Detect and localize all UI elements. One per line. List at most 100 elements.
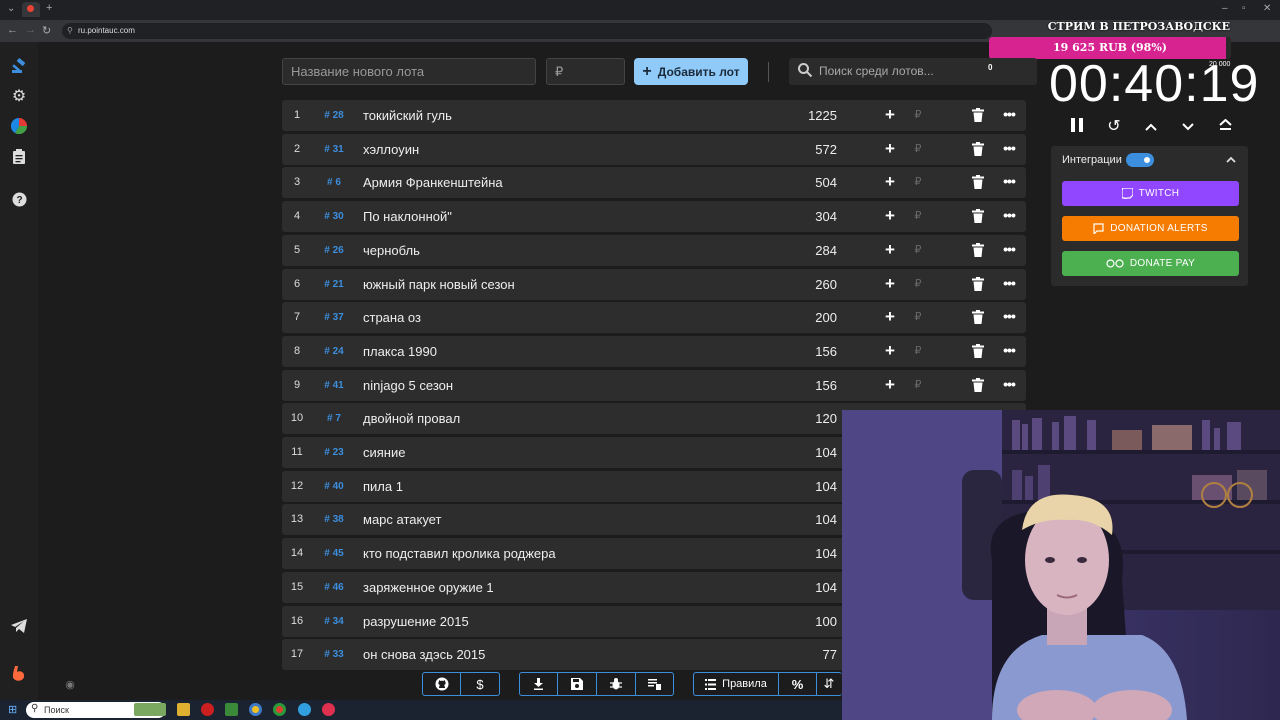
lot-id[interactable]: # 26 <box>318 235 350 266</box>
lot-id[interactable]: # 6 <box>318 167 350 198</box>
lot-id[interactable]: # 30 <box>318 201 350 232</box>
lot-id[interactable]: # 34 <box>318 606 350 637</box>
tab-menu-icon[interactable]: ⌄ <box>7 3 15 14</box>
bug-report-button[interactable] <box>597 673 636 695</box>
amount-currency[interactable]: ₽ <box>912 377 924 393</box>
telegram-icon[interactable] <box>9 616 29 636</box>
amount-currency[interactable]: ₽ <box>912 107 924 123</box>
amount-currency[interactable]: ₽ <box>912 343 924 359</box>
lot-name[interactable]: плакса 1990 <box>363 336 437 367</box>
add-time-button[interactable] <box>1141 118 1161 136</box>
clear-list-button[interactable] <box>636 673 673 695</box>
lot-name-input[interactable]: Название нового лота <box>282 58 536 85</box>
minimize-icon[interactable]: – <box>1222 3 1228 14</box>
lot-id[interactable]: # 31 <box>318 134 350 165</box>
lot-id[interactable]: # 33 <box>318 639 350 670</box>
brand-logo-icon[interactable] <box>9 664 29 684</box>
lot-name[interactable]: По наклонной" <box>363 201 452 232</box>
add-amount-icon[interactable]: + <box>882 342 898 359</box>
lot-id[interactable]: # 28 <box>318 100 350 131</box>
trash-icon[interactable] <box>972 141 984 156</box>
lot-name[interactable]: марс атакует <box>363 504 441 535</box>
clipboard-icon[interactable] <box>9 146 29 166</box>
more-options-icon[interactable]: ••• <box>1000 208 1018 224</box>
amount-currency[interactable]: ₽ <box>912 141 924 157</box>
add-lot-button[interactable]: + Добавить лот <box>634 58 748 85</box>
lot-row[interactable]: 2 # 31 хэллоуин 572 + ₽ ••• <box>282 133 1026 165</box>
more-options-icon[interactable]: ••• <box>1000 242 1018 258</box>
lot-name[interactable]: чернобль <box>363 235 420 266</box>
trash-icon[interactable] <box>972 108 984 122</box>
more-options-icon[interactable]: ••• <box>1000 309 1018 325</box>
add-amount-icon[interactable]: + <box>882 173 898 190</box>
add-amount-icon[interactable]: + <box>882 241 898 258</box>
lot-row[interactable]: 9 # 41 ninjago 5 сезон 156 + ₽ ••• <box>282 369 1026 401</box>
collapse-chevron-icon[interactable] <box>1226 152 1236 166</box>
lot-name[interactable]: он снова здэсь 2015 <box>363 639 485 670</box>
pause-button[interactable] <box>1067 118 1087 136</box>
rules-button[interactable]: Правила <box>694 673 779 695</box>
lot-id[interactable]: # 45 <box>318 538 350 569</box>
lot-row[interactable]: 5 # 26 чернобль 284 + ₽ ••• <box>282 234 1026 266</box>
close-icon[interactable]: ✕ <box>1263 3 1271 14</box>
visibility-icon[interactable]: ◉ <box>60 674 80 694</box>
lot-id[interactable]: # 38 <box>318 504 350 535</box>
trash-icon[interactable] <box>972 343 984 358</box>
lot-row[interactable]: 4 # 30 По наклонной" 304 + ₽ ••• <box>282 201 1026 233</box>
wheel-icon[interactable] <box>9 116 29 136</box>
lot-id[interactable]: # 37 <box>318 302 350 333</box>
lot-id[interactable]: # 40 <box>318 471 350 502</box>
lot-name[interactable]: страна оз <box>363 302 421 333</box>
lot-row[interactable]: 3 # 6 Армия Франкенштейна 504 + ₽ ••• <box>282 167 1026 199</box>
download-button[interactable] <box>520 673 558 695</box>
add-amount-icon[interactable]: + <box>882 106 898 123</box>
trash-icon[interactable] <box>972 242 984 257</box>
lot-name[interactable]: хэллоуин <box>363 134 419 165</box>
maximize-icon[interactable]: ▫ <box>1242 3 1246 14</box>
trash-icon[interactable] <box>972 310 984 325</box>
lot-name[interactable]: Армия Франкенштейна <box>363 167 503 198</box>
lot-id[interactable]: # 46 <box>318 572 350 603</box>
lot-id[interactable]: # 24 <box>318 336 350 367</box>
opera-icon[interactable] <box>201 703 214 716</box>
amount-currency[interactable]: ₽ <box>912 309 924 325</box>
lot-id[interactable]: # 21 <box>318 269 350 300</box>
twitch-button[interactable]: TWITCH <box>1062 181 1239 206</box>
lot-name[interactable]: кто подставил кролика роджера <box>363 538 556 569</box>
trash-icon[interactable] <box>972 209 984 224</box>
help-icon[interactable]: ? <box>9 189 29 209</box>
integrations-toggle[interactable] <box>1126 153 1154 167</box>
lot-id[interactable]: # 41 <box>318 370 350 401</box>
donation-alerts-button[interactable]: DONATION ALERTS <box>1062 216 1239 241</box>
auction-hammer-icon[interactable] <box>9 56 29 76</box>
lot-id[interactable]: # 7 <box>318 403 350 434</box>
lot-name[interactable]: двойной провал <box>363 403 460 434</box>
amount-currency[interactable]: ₽ <box>912 174 924 190</box>
more-options-icon[interactable]: ••• <box>1000 276 1018 292</box>
trash-icon[interactable] <box>972 175 984 190</box>
lot-row[interactable]: 8 # 24 плакса 1990 156 + ₽ ••• <box>282 335 1026 367</box>
forward-icon[interactable]: → <box>25 24 36 36</box>
lot-price-input[interactable]: ₽ <box>546 58 625 85</box>
lot-name[interactable]: южный парк новый сезон <box>363 269 515 300</box>
lot-id[interactable]: # 23 <box>318 437 350 468</box>
taskbar-widget-icon[interactable] <box>134 703 166 716</box>
donate-pay-button[interactable]: DONATE PAY <box>1062 251 1239 276</box>
more-options-icon[interactable]: ••• <box>1000 141 1018 157</box>
add-amount-icon[interactable]: + <box>882 275 898 292</box>
new-tab-icon[interactable]: + <box>46 2 52 14</box>
minecraft-icon[interactable] <box>225 703 238 716</box>
reload-icon[interactable]: ↻ <box>42 24 51 37</box>
lot-row[interactable]: 6 # 21 южный парк новый сезон 260 + ₽ ••• <box>282 268 1026 300</box>
save-button[interactable] <box>558 673 597 695</box>
lot-search-input[interactable]: Поиск среди лотов... <box>789 58 1037 85</box>
telegram-taskbar-icon[interactable] <box>298 703 311 716</box>
url-field[interactable]: ru.pointauc.com <box>62 23 992 39</box>
back-icon[interactable]: ← <box>7 24 18 36</box>
app-taskbar-icon[interactable] <box>322 703 335 716</box>
chrome-profile-icon[interactable] <box>273 703 286 716</box>
amount-currency[interactable]: ₽ <box>912 242 924 258</box>
lot-row[interactable]: 1 # 28 токийский гуль 1225 + ₽ ••• <box>282 100 1026 131</box>
lot-row[interactable]: 7 # 37 страна оз 200 + ₽ ••• <box>282 302 1026 334</box>
lot-name[interactable]: токийский гуль <box>363 100 452 131</box>
